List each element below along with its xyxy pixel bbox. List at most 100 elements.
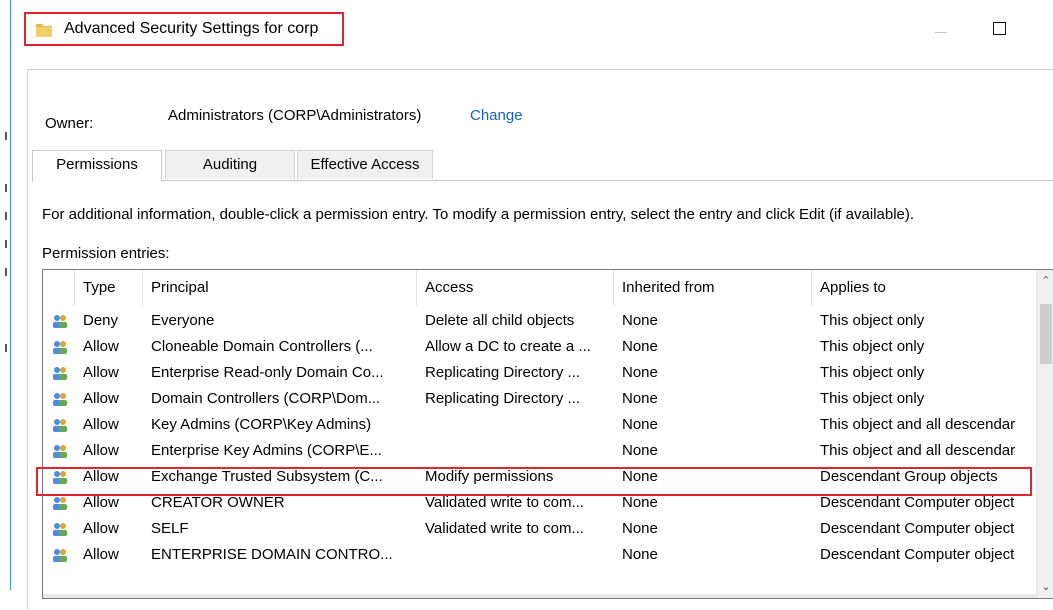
row-access xyxy=(417,412,614,438)
row-inherited-from: None xyxy=(622,520,658,537)
row-principal: Key Admins (CORP\Key Admins) xyxy=(151,416,372,433)
row-applies-to: Descendant Computer object xyxy=(820,494,1015,511)
row-type: Allow xyxy=(83,416,119,433)
row-access: Replicating Directory ... xyxy=(425,390,581,407)
background-mark xyxy=(5,212,7,220)
users-icon xyxy=(53,471,67,484)
folder-icon xyxy=(36,24,52,37)
permission-entries-label: Permission entries: xyxy=(42,245,170,262)
security-settings-dialog: Owner: Administrators (CORP\Administrato… xyxy=(27,69,1053,610)
row-type: Allow xyxy=(83,390,119,407)
column-header-type[interactable]: Type xyxy=(75,270,143,306)
row-principal: ENTERPRISE DOMAIN CONTRO... xyxy=(151,546,393,563)
row-applies-to: Descendant Computer object xyxy=(820,546,1015,563)
background-mark xyxy=(5,184,7,192)
users-icon xyxy=(53,341,67,354)
users-icon xyxy=(53,315,67,328)
row-applies-to: Descendant Group objects xyxy=(820,468,998,485)
row-applies-to: This object and all descendar xyxy=(820,416,1016,433)
column-header-principal[interactable]: Principal xyxy=(143,270,417,306)
owner-label: Owner: xyxy=(45,115,94,132)
users-icon xyxy=(53,367,67,380)
table-row[interactable]: Allow Domain Controllers (CORP\Dom... Re… xyxy=(43,386,1043,412)
background-mark xyxy=(5,268,7,276)
row-applies-to: This object only xyxy=(820,312,925,329)
row-inherited-from: None xyxy=(622,364,658,381)
horizontal-scrollbar[interactable] xyxy=(43,594,1038,598)
tab-permissions[interactable]: Permissions xyxy=(32,150,162,182)
minimize-button[interactable] xyxy=(922,14,962,44)
vertical-scrollbar[interactable]: ⌃ ⌄ xyxy=(1036,270,1053,598)
column-header-icon xyxy=(43,270,75,306)
row-type: Allow xyxy=(83,338,119,355)
title-highlight-box: Advanced Security Settings for corp xyxy=(24,12,344,46)
tab-auditing[interactable]: Auditing xyxy=(165,150,295,179)
row-access: Replicating Directory ... xyxy=(425,364,581,381)
row-inherited-from: None xyxy=(622,494,658,511)
row-principal: Exchange Trusted Subsystem (C... xyxy=(151,468,383,485)
table-row[interactable]: Allow Enterprise Key Admins (CORP\E... N… xyxy=(43,438,1043,464)
scroll-up-icon[interactable]: ⌃ xyxy=(1041,276,1051,287)
row-principal: Domain Controllers (CORP\Dom... xyxy=(151,390,381,407)
row-inherited-from: None xyxy=(622,442,658,459)
table-row[interactable]: Deny Everyone Delete all child objects N… xyxy=(43,308,1043,334)
title-bar[interactable]: Advanced Security Settings for corp xyxy=(12,0,1053,62)
row-applies-to: This object only xyxy=(820,390,925,407)
window-title: Advanced Security Settings for corp xyxy=(64,20,319,37)
window-border-line xyxy=(10,0,11,590)
column-header-access[interactable]: Access xyxy=(417,270,614,306)
row-principal: CREATOR OWNER xyxy=(151,494,285,511)
list-header: Type Principal Access Inherited from App… xyxy=(43,270,1043,306)
table-row[interactable]: Allow Key Admins (CORP\Key Admins) None … xyxy=(43,412,1043,438)
table-row[interactable]: Allow Enterprise Read-only Domain Co... … xyxy=(43,360,1043,386)
background-mark xyxy=(5,132,7,140)
row-applies-to: Descendant Computer object xyxy=(820,520,1015,537)
row-type: Deny xyxy=(83,312,119,329)
row-access xyxy=(417,438,614,464)
background-mark xyxy=(5,240,7,248)
row-inherited-from: None xyxy=(622,312,658,329)
row-type: Allow xyxy=(83,468,119,485)
info-text: For additional information, double-click… xyxy=(42,206,915,223)
row-applies-to: This object only xyxy=(820,364,925,381)
table-row[interactable]: Allow Cloneable Domain Controllers (... … xyxy=(43,334,1043,360)
row-access: Modify permissions xyxy=(425,468,554,485)
scroll-down-icon[interactable]: ⌄ xyxy=(1041,582,1051,593)
row-inherited-from: None xyxy=(622,546,658,563)
users-icon xyxy=(53,497,67,510)
column-header-inherited-from[interactable]: Inherited from xyxy=(614,270,812,306)
row-type: Allow xyxy=(83,520,119,537)
users-icon xyxy=(53,523,67,536)
row-type: Allow xyxy=(83,546,119,563)
row-type: Allow xyxy=(83,442,119,459)
row-inherited-from: None xyxy=(622,416,658,433)
owner-value: Administrators (CORP\Administrators) xyxy=(168,107,422,124)
row-applies-to: This object only xyxy=(820,338,925,355)
background-window-edge xyxy=(0,0,12,590)
column-header-applies-to[interactable]: Applies to xyxy=(812,270,1043,306)
users-icon xyxy=(53,393,67,406)
table-row[interactable]: Allow CREATOR OWNER Validated write to c… xyxy=(43,490,1043,516)
row-inherited-from: None xyxy=(622,338,658,355)
table-row[interactable]: Allow SELF Validated write to com... Non… xyxy=(43,516,1043,542)
table-row[interactable]: Allow ENTERPRISE DOMAIN CONTRO... None D… xyxy=(43,542,1043,568)
change-owner-link[interactable]: Change xyxy=(470,107,523,124)
scroll-thumb[interactable] xyxy=(1040,304,1052,364)
users-icon xyxy=(53,549,67,562)
tab-effective-access[interactable]: Effective Access xyxy=(297,150,433,179)
row-principal: Cloneable Domain Controllers (... xyxy=(151,338,373,355)
row-principal: Enterprise Read-only Domain Co... xyxy=(151,364,384,381)
row-access: Delete all child objects xyxy=(425,312,575,329)
row-applies-to: This object and all descendar xyxy=(820,442,1016,459)
row-type: Allow xyxy=(83,364,119,381)
row-type: Allow xyxy=(83,494,119,511)
row-principal: Enterprise Key Admins (CORP\E... xyxy=(151,442,382,459)
background-mark xyxy=(5,344,7,352)
maximize-button[interactable] xyxy=(980,14,1020,44)
row-access: Allow a DC to create a ... xyxy=(425,338,591,355)
users-icon xyxy=(53,419,67,432)
row-principal: Everyone xyxy=(151,312,215,329)
table-row[interactable]: Allow Exchange Trusted Subsystem (C... M… xyxy=(43,464,1043,490)
row-access: Validated write to com... xyxy=(425,520,584,537)
permission-entries-list[interactable]: Type Principal Access Inherited from App… xyxy=(42,269,1053,599)
